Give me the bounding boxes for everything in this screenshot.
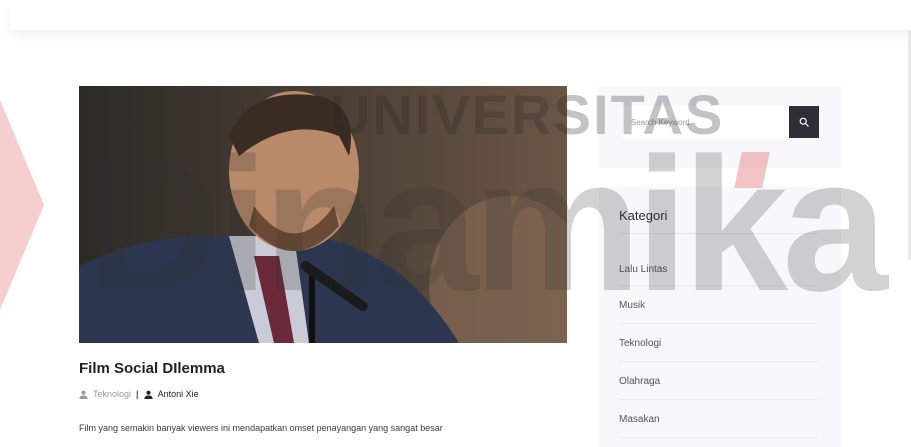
author-icon bbox=[144, 390, 153, 399]
post-title[interactable]: Film Social DIlemma bbox=[79, 360, 225, 377]
category-item-masakan[interactable]: Masakan bbox=[619, 400, 817, 438]
watermark-logo-shape bbox=[0, 100, 44, 310]
post-excerpt: Film yang semakin banyak viewers ini men… bbox=[79, 423, 443, 433]
top-navbar bbox=[10, 0, 911, 30]
category-item-olahraga[interactable]: Olahraga bbox=[619, 362, 817, 400]
post-category[interactable]: Teknologi bbox=[93, 389, 131, 399]
meta-separator: | bbox=[136, 389, 139, 399]
post-author[interactable]: Antoni Xie bbox=[158, 389, 199, 399]
post-meta: Teknologi | Antoni Xie bbox=[79, 389, 199, 399]
user-icon bbox=[79, 390, 88, 399]
